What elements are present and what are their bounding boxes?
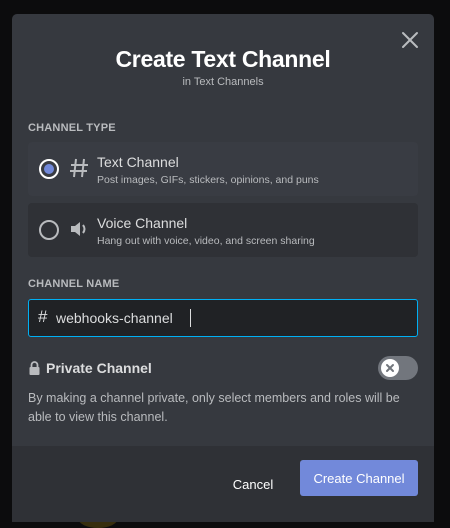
radio-text-channel[interactable]	[39, 159, 59, 179]
channel-name-label: CHANNEL NAME	[28, 278, 120, 290]
private-channel-description: By making a channel private, only select…	[28, 391, 400, 424]
option-description: Post images, GIFs, stickers, opinions, a…	[97, 174, 319, 186]
option-description: Hang out with voice, video, and screen s…	[97, 235, 315, 247]
channel-name-input[interactable]	[56, 308, 406, 328]
channel-type-label: CHANNEL TYPE	[28, 122, 116, 134]
hash-icon	[68, 157, 90, 179]
speaker-icon	[68, 218, 90, 240]
radio-voice-channel[interactable]	[39, 220, 59, 240]
text-caret	[190, 309, 191, 327]
modal-title: Create Text Channel	[115, 46, 331, 72]
channel-type-option-voice[interactable]: Voice Channel Hang out with voice, video…	[28, 203, 418, 257]
private-channel-toggle[interactable]	[378, 356, 418, 380]
channel-type-option-text[interactable]: Text Channel Post images, GIFs, stickers…	[28, 142, 418, 196]
channel-name-field[interactable]: #	[28, 299, 418, 337]
toggle-knob	[381, 359, 399, 377]
hash-prefix: #	[38, 307, 48, 326]
cancel-button[interactable]: Cancel	[218, 472, 288, 496]
lock-icon	[28, 361, 41, 376]
option-name: Voice Channel	[97, 215, 188, 231]
create-channel-modal: Create Text Channel in Text Channels CHA…	[12, 14, 434, 522]
toggle-x-icon	[386, 364, 394, 372]
private-channel-label: Private Channel	[46, 360, 152, 376]
modal-subtitle: in Text Channels	[182, 76, 264, 88]
create-channel-button[interactable]: Create Channel	[300, 460, 418, 496]
option-name: Text Channel	[97, 154, 179, 170]
modal-footer: Cancel Create Channel	[12, 446, 434, 522]
